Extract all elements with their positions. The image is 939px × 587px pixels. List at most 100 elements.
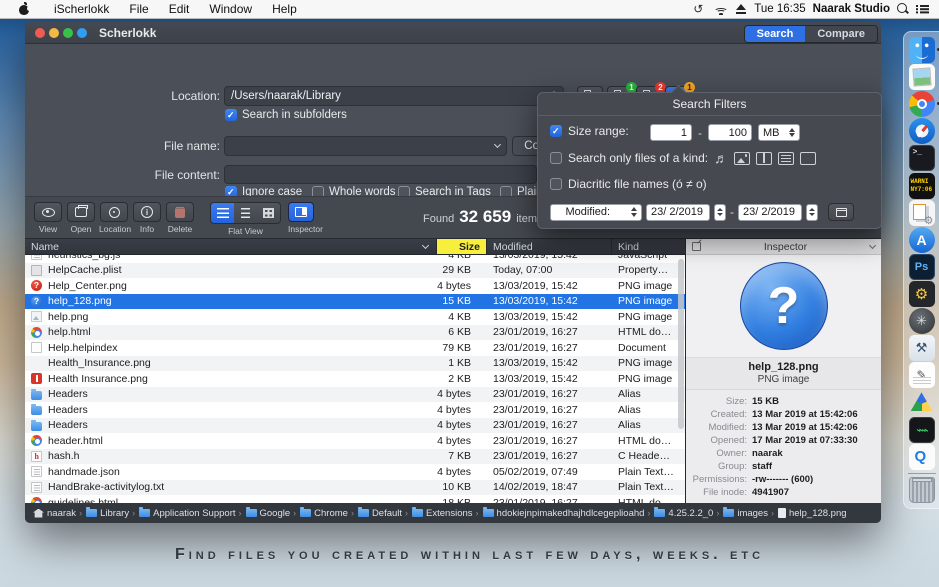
calendar-button[interactable] [828, 203, 854, 221]
view-button[interactable]: View [33, 202, 63, 234]
date-from-input[interactable]: 23/ 2/2019 [646, 204, 710, 221]
menu-item[interactable]: Window [199, 2, 262, 16]
tab-search[interactable]: Search [745, 26, 806, 42]
path-item[interactable]: Google › [246, 508, 297, 519]
path-item[interactable]: hdokiejnpimakedhajhdlcegeplioahd › [483, 508, 651, 519]
dock-activity-monitor-icon[interactable]: ⌁⌁ [909, 417, 935, 443]
table-row[interactable]: Headers 24 bytes 23/01/2019, 16:27 Alias [25, 418, 685, 434]
dock-helm-icon[interactable]: ✳ [909, 308, 935, 334]
dock-photos-icon[interactable] [909, 64, 935, 90]
file-content-input[interactable] [224, 165, 537, 184]
detach-inspector-icon[interactable] [692, 242, 701, 251]
subfolders-checkbox[interactable] [225, 109, 237, 121]
spotlight-icon[interactable] [897, 3, 909, 15]
dock-quicktime-icon[interactable] [909, 444, 935, 470]
menu-clock[interactable]: Tue 16:35 [754, 3, 805, 15]
size-range-checkbox[interactable] [550, 125, 562, 137]
menu-item[interactable]: iScherlokk [44, 2, 119, 16]
path-item[interactable]: 4.25.2.2_0 › [654, 508, 719, 519]
dock-ticker-icon[interactable] [909, 173, 935, 199]
column-header-kind[interactable]: Kind [612, 239, 685, 254]
diacritic-checkbox[interactable] [550, 178, 562, 190]
table-row[interactable]: HelpCache.plist 29 KB Today, 07:00 Prope… [25, 263, 685, 279]
table-row[interactable]: help_128.png 15 KB 13/03/2019, 15:42 PNG… [25, 294, 685, 310]
menu-account[interactable]: Naarak Studio [813, 3, 890, 15]
table-row[interactable]: hash.h 7 KB 23/01/2019, 16:27 C Heade… [25, 449, 685, 465]
table-row[interactable]: header.html 404 bytes 23/01/2019, 16:27 … [25, 433, 685, 449]
size-unit-select[interactable]: MB [758, 124, 800, 141]
date-to-stepper[interactable] [806, 204, 818, 221]
menu-item[interactable]: Help [262, 2, 307, 16]
date-kind-select[interactable]: Modified: [550, 204, 642, 221]
column-header-name[interactable]: Name [25, 239, 437, 254]
dock-safari-icon[interactable] [909, 118, 935, 144]
delete-button[interactable]: Delete [165, 202, 195, 234]
dock-installer-icon[interactable] [909, 200, 935, 226]
path-item[interactable]: Chrome › [300, 508, 354, 519]
table-row[interactable]: help.png 4 KB 13/03/2019, 15:42 PNG imag… [25, 309, 685, 325]
path-item[interactable]: help_128.png › [778, 508, 847, 519]
inspector-toggle-button[interactable]: Inspector [288, 202, 323, 234]
dock-chrome-icon[interactable] [909, 91, 935, 117]
tab-compare[interactable]: Compare [805, 26, 877, 42]
file-name-combobox[interactable] [224, 136, 507, 156]
notification-center-icon[interactable] [916, 4, 929, 14]
fullscreen-button[interactable] [77, 28, 87, 38]
movie-kind-icon[interactable] [756, 152, 772, 165]
path-item[interactable]: images › [723, 508, 774, 519]
table-row[interactable]: HandBrake-activitylog.txt 10 KB 14/02/20… [25, 480, 685, 496]
date-to-input[interactable]: 23/ 2/2019 [738, 204, 802, 221]
table-row[interactable]: Health Insurance.png 2 KB 13/03/2019, 15… [25, 371, 685, 387]
inspector-collapse-chevron[interactable] [869, 242, 876, 249]
apple-menu-icon[interactable] [18, 3, 30, 15]
table-row[interactable]: Help_Center.png 574 bytes 13/03/2019, 15… [25, 278, 685, 294]
close-button[interactable] [35, 28, 45, 38]
dock-trash-icon[interactable] [909, 477, 935, 503]
grid-view-segment[interactable] [257, 203, 280, 223]
path-item[interactable]: Default › [358, 508, 408, 519]
table-row[interactable]: guidelines.html 18 KB 23/01/2019, 16:27 … [25, 495, 685, 503]
dock-utility-icon[interactable]: ⚙ [909, 281, 935, 307]
table-row[interactable]: Health_Insurance.png 1 KB 13/03/2019, 15… [25, 356, 685, 372]
menu-item[interactable]: Edit [159, 2, 200, 16]
subfolders-checkbox-row[interactable]: Search in subfolders [225, 109, 347, 121]
table-row[interactable]: Headers 24 bytes 23/01/2019, 16:27 Alias [25, 387, 685, 403]
time-machine-icon[interactable]: ↺ [690, 2, 706, 16]
table-row[interactable]: Help.helpindex 79 KB 23/01/2019, 16:27 D… [25, 340, 685, 356]
size-min-input[interactable]: 1 [650, 124, 692, 141]
table-row[interactable]: help.html 6 KB 23/01/2019, 16:27 HTML do… [25, 325, 685, 341]
dock-photoshop-icon[interactable]: Ps [909, 254, 935, 280]
flat-view-segment[interactable] [211, 203, 234, 223]
path-item[interactable]: Library › [86, 508, 135, 519]
minimize-button[interactable] [49, 28, 59, 38]
path-item[interactable]: naarak › [33, 508, 82, 519]
table-row[interactable]: heuristics_bg.js 4 KB 13/03/2019, 15:42 … [25, 255, 685, 263]
blank-document-kind-icon[interactable] [800, 152, 816, 165]
wifi-icon[interactable] [713, 4, 728, 15]
column-header-size[interactable]: Size [437, 239, 487, 254]
size-max-input[interactable]: 100 [708, 124, 752, 141]
eject-icon[interactable] [735, 4, 747, 14]
text-document-kind-icon[interactable] [778, 152, 794, 165]
dock-appstore-icon[interactable]: A [909, 227, 935, 253]
open-button[interactable]: Open [66, 202, 96, 234]
table-row[interactable]: Headers 24 bytes 23/01/2019, 16:27 Alias [25, 402, 685, 418]
dock-googledrive-icon[interactable] [909, 389, 935, 415]
path-item[interactable]: Application Support › [139, 508, 241, 519]
dock-xcode-icon[interactable]: ⚒ [909, 335, 935, 361]
path-item[interactable]: Extensions › [412, 508, 478, 519]
column-header-modified[interactable]: Modified [487, 239, 612, 254]
outline-view-segment[interactable] [234, 203, 257, 223]
table-row[interactable]: handmade.json 4 bytes 05/02/2019, 07:49 … [25, 464, 685, 480]
menu-item[interactable]: File [119, 2, 158, 16]
dock-terminal-icon[interactable] [909, 145, 935, 171]
kind-filter-checkbox[interactable] [550, 152, 562, 164]
zoom-button[interactable] [63, 28, 73, 38]
scrollbar[interactable] [678, 259, 684, 429]
location-button[interactable]: Location [99, 202, 129, 234]
dock-finder-icon[interactable] [909, 37, 935, 63]
music-kind-icon[interactable]: ♬ [714, 152, 728, 165]
info-button[interactable]: i Info [132, 202, 162, 234]
location-combobox[interactable]: /Users/naarak/Library [224, 86, 564, 106]
dock-textedit-icon[interactable]: ✎ [909, 362, 935, 388]
